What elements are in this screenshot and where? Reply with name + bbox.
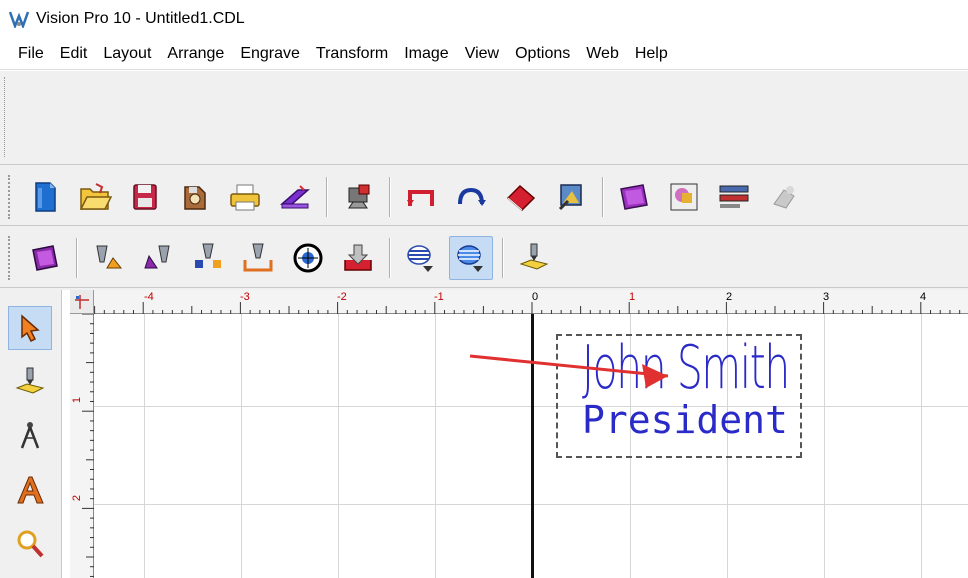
ruler-label: -2 <box>337 291 347 303</box>
open-folder-icon[interactable] <box>73 175 117 219</box>
menu-web[interactable]: Web <box>578 41 627 67</box>
ruler-label: -4 <box>144 291 154 303</box>
ruler-label: -1 <box>434 291 444 303</box>
engrave-send-icon[interactable] <box>273 175 317 219</box>
layer-icon[interactable] <box>612 175 656 219</box>
ruler-label: 0 <box>532 291 539 303</box>
ruler-label: 2 <box>71 494 84 502</box>
menu-image[interactable]: Image <box>396 41 456 67</box>
horizontal-ruler: -4 -3 -2 -1 0 1 2 3 4 <box>94 290 968 314</box>
menu-file[interactable]: File <box>10 41 52 67</box>
menu-engrave[interactable]: Engrave <box>232 41 308 67</box>
machine-setup-icon[interactable] <box>336 175 380 219</box>
menu-view[interactable]: View <box>457 41 507 67</box>
main-toolbar <box>0 168 968 226</box>
menu-help[interactable]: Help <box>627 41 676 67</box>
erase-icon[interactable] <box>499 175 543 219</box>
zoom-preview-icon[interactable] <box>549 175 593 219</box>
text-tool-icon[interactable] <box>8 468 52 512</box>
ruler-origin-icon[interactable] <box>70 290 94 314</box>
new-file-icon[interactable] <box>23 175 67 219</box>
toolbar-separator <box>326 176 327 217</box>
vision-pro-logo-icon <box>8 8 30 30</box>
fill-lines-active-icon[interactable] <box>449 235 493 280</box>
menu-layout[interactable]: Layout <box>95 41 159 67</box>
toolbar-separator <box>502 237 503 278</box>
vision-pro-window: Vision Pro 10 - Untitled1.CDL File Edit … <box>0 0 968 578</box>
fill-lines-icon[interactable] <box>399 236 443 280</box>
ruler-label: 2 <box>726 291 733 303</box>
target-icon[interactable] <box>286 236 330 280</box>
menu-bar: File Edit Layout Arrange Engrave Transfo… <box>0 38 968 70</box>
cutter-d-icon[interactable] <box>236 236 280 280</box>
download-icon[interactable] <box>336 236 380 280</box>
ruler-label: -3 <box>240 291 250 303</box>
engrave-toolbar <box>0 228 968 288</box>
menu-options[interactable]: Options <box>507 41 578 67</box>
save-disk-icon[interactable] <box>123 175 167 219</box>
ruler-label: 1 <box>71 396 84 404</box>
disabled-tool-icon[interactable] <box>762 175 806 219</box>
ruler-ticks <box>94 302 961 314</box>
left-toolbox <box>0 290 62 578</box>
zoom-tool-icon[interactable] <box>8 522 52 566</box>
engraver-icon[interactable] <box>512 236 556 280</box>
select-arrow-icon[interactable] <box>8 306 52 350</box>
redo-icon[interactable] <box>449 175 493 219</box>
drawing-canvas[interactable]: -4 -3 -2 -1 0 1 2 3 4 1 2 John Smith Pre… <box>62 290 968 578</box>
property-bar-grip[interactable] <box>4 77 8 157</box>
menu-arrange[interactable]: Arrange <box>159 41 232 67</box>
title-bar: Vision Pro 10 - Untitled1.CDL <box>0 0 968 38</box>
print-icon[interactable] <box>223 175 267 219</box>
toolbar-separator <box>602 176 603 217</box>
toolbar-separator <box>389 237 390 278</box>
annotation-arrow <box>469 354 669 388</box>
toolbar-grip[interactable] <box>8 235 14 280</box>
toolbar-separator <box>389 176 390 217</box>
save-all-icon[interactable] <box>173 175 217 219</box>
menu-edit[interactable]: Edit <box>52 41 96 67</box>
ruler-ticks <box>82 314 94 577</box>
image-properties-icon[interactable] <box>662 175 706 219</box>
cutter-c-icon[interactable] <box>186 236 230 280</box>
vertical-ruler: 1 2 <box>70 314 94 578</box>
toolbar-grip[interactable] <box>8 174 14 219</box>
drawing-area[interactable]: John Smith President <box>94 314 968 578</box>
window-title: Vision Pro 10 - Untitled1.CDL <box>36 10 245 27</box>
ruler-label: 4 <box>920 291 927 303</box>
property-bar <box>0 70 968 165</box>
plate-icon[interactable] <box>23 236 67 280</box>
text-properties-icon[interactable] <box>712 175 756 219</box>
ruler-label: 3 <box>823 291 830 303</box>
undo-icon[interactable] <box>399 175 443 219</box>
compass-icon[interactable] <box>8 414 52 458</box>
cutter-b-icon[interactable] <box>136 236 180 280</box>
toolbar-separator <box>76 237 77 278</box>
cutter-a-icon[interactable] <box>86 236 130 280</box>
ruler-label: 1 <box>629 291 636 303</box>
engraver-tool-icon[interactable] <box>8 360 52 404</box>
menu-transform[interactable]: Transform <box>308 41 396 67</box>
